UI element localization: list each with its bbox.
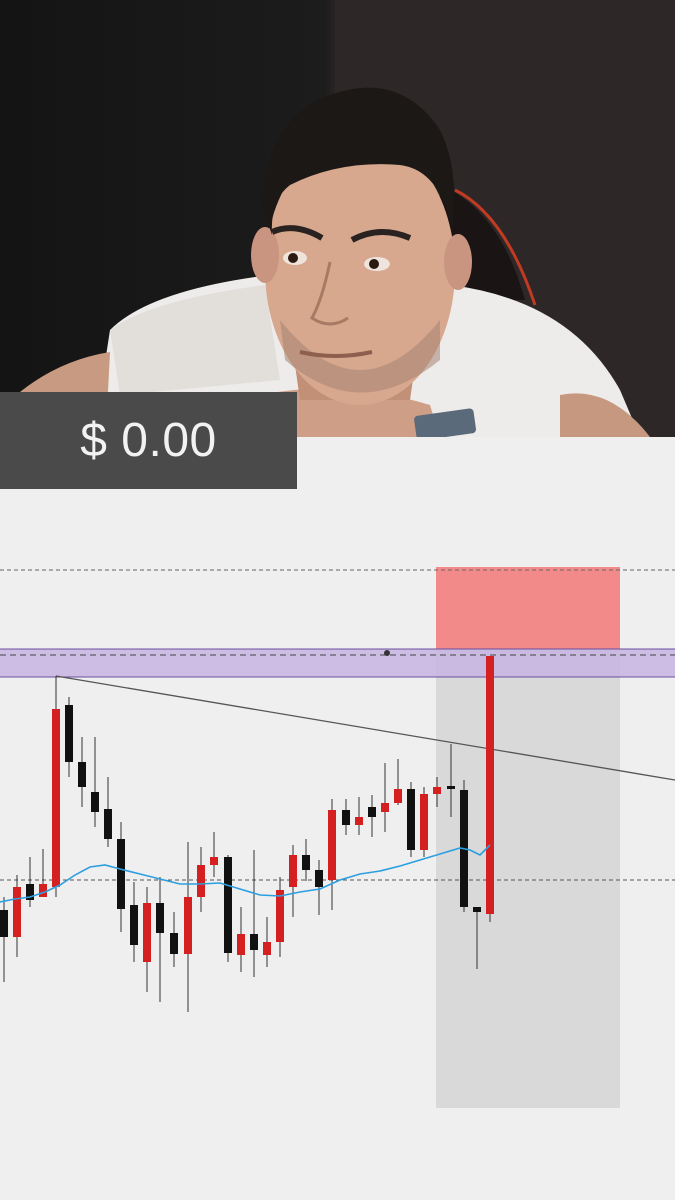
candle-bearish xyxy=(302,855,310,870)
resistance-zone xyxy=(0,649,675,677)
candle-bullish xyxy=(433,787,441,794)
candle-bullish xyxy=(276,890,284,942)
candle-bullish xyxy=(420,794,428,850)
candle-bearish xyxy=(156,903,164,933)
candle-bearish xyxy=(407,789,415,850)
streamer-person-icon xyxy=(20,0,675,437)
candle-bullish xyxy=(197,865,205,897)
candle-bearish xyxy=(130,905,138,945)
trading-chart[interactable] xyxy=(0,437,675,1200)
candle-bullish xyxy=(52,709,60,887)
candle-bearish xyxy=(447,786,455,789)
candle-bearish xyxy=(78,762,86,787)
candle-bullish xyxy=(210,857,218,865)
stop-zone xyxy=(436,567,620,649)
candle-bearish xyxy=(342,810,350,825)
candle-bearish xyxy=(0,910,8,937)
candle-bullish xyxy=(381,803,389,812)
candle-bullish xyxy=(184,897,192,954)
balance-display: $ 0.00 xyxy=(0,392,297,489)
candle-bullish xyxy=(237,934,245,955)
candle-bullish xyxy=(263,942,271,955)
candle-bearish xyxy=(117,839,125,909)
candle-bullish xyxy=(486,656,494,914)
candlestick-chart[interactable] xyxy=(0,437,675,1200)
candle-bearish xyxy=(91,792,99,812)
candle-bullish xyxy=(328,810,336,880)
candle-bearish xyxy=(104,809,112,839)
candle-bearish xyxy=(170,933,178,954)
moving-average-line xyxy=(0,844,491,903)
candle-bearish xyxy=(473,907,481,912)
webcam-feed xyxy=(0,0,675,437)
candle-bearish xyxy=(368,807,376,817)
candle-bearish xyxy=(224,857,232,953)
candles-group xyxy=(0,656,494,1012)
candle-bullish xyxy=(143,903,151,962)
candle-bearish xyxy=(315,870,323,887)
candle-bullish xyxy=(394,789,402,803)
candle-bearish xyxy=(65,705,73,762)
candle-bullish xyxy=(13,887,21,937)
candle-bullish xyxy=(39,884,47,897)
candle-bullish xyxy=(289,855,297,887)
candle-bullish xyxy=(355,817,363,825)
balance-amount: $ 0.00 xyxy=(80,414,217,467)
zone-anchor-handle[interactable] xyxy=(384,650,390,656)
candle-bearish xyxy=(250,934,258,950)
